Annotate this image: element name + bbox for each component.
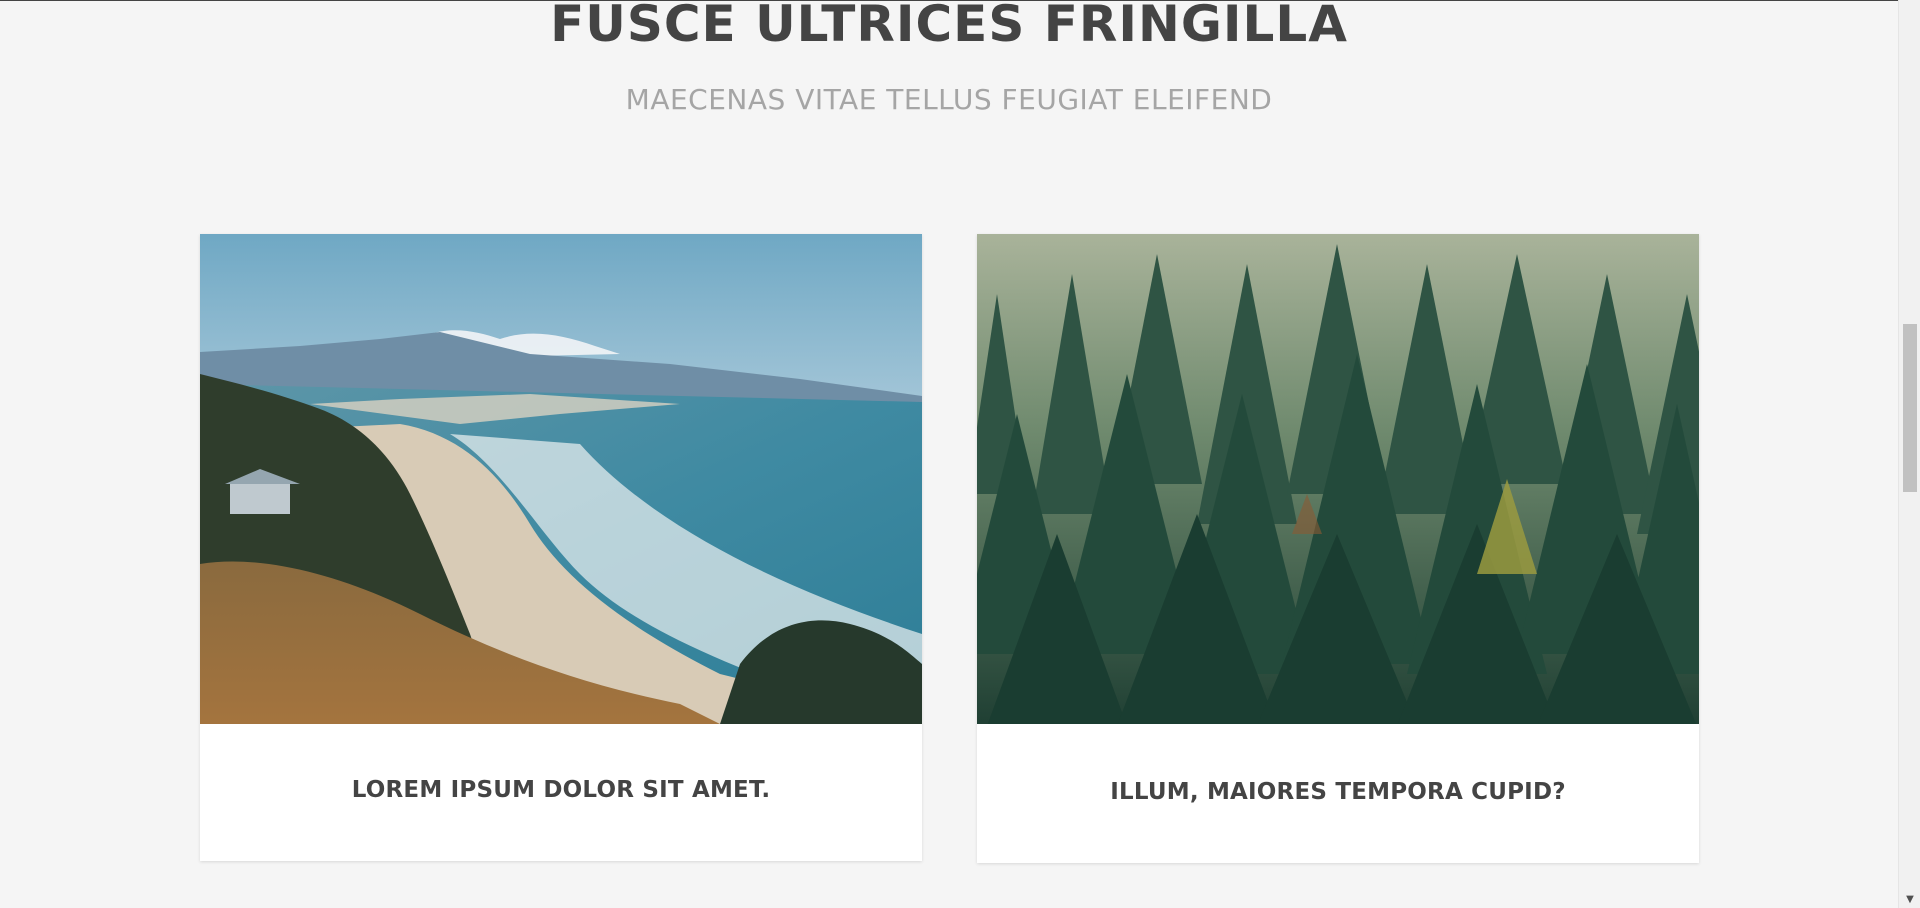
forest-photo[interactable] (977, 234, 1699, 724)
card-coastline[interactable]: LOREM IPSUM DOLOR SIT AMET. (200, 234, 922, 861)
scroll-down-arrow-icon[interactable]: ▼ (1899, 892, 1920, 908)
section-subtitle: MAECENAS VITAE TELLUS FEUGIAT ELEIFEND (625, 83, 1273, 116)
card-caption[interactable]: ILLUM, MAIORES TEMPORA CUPID? (977, 779, 1699, 805)
card-caption[interactable]: LOREM IPSUM DOLOR SIT AMET. (200, 777, 922, 803)
coastline-photo[interactable] (200, 234, 922, 724)
scrollbar-thumb[interactable] (1903, 324, 1917, 492)
vertical-scrollbar[interactable]: ▼ (1898, 0, 1920, 908)
page: FUSCE ULTRICES FRINGILLA MAECENAS VITAE … (0, 0, 1898, 908)
card-forest[interactable]: ILLUM, MAIORES TEMPORA CUPID? (977, 234, 1699, 863)
section-title: FUSCE ULTRICES FRINGILLA (550, 0, 1348, 53)
